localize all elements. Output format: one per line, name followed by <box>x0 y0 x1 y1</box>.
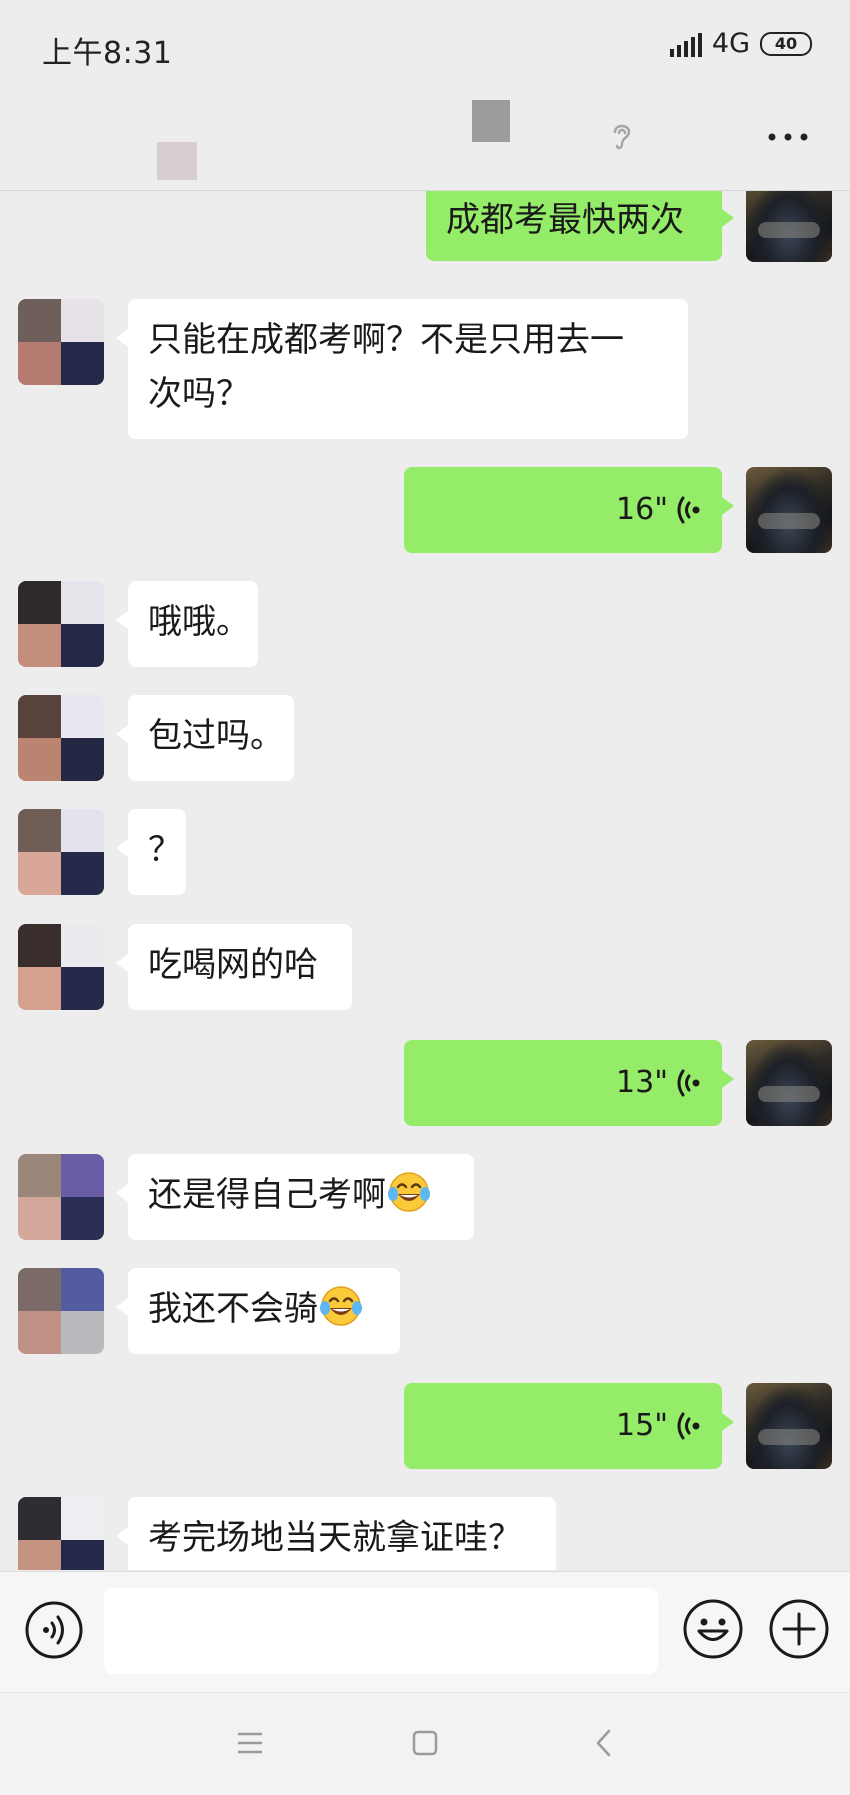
emoji-icon[interactable] <box>682 1598 744 1664</box>
battery-level: 40 <box>774 34 798 53</box>
status-indicators: 4G 40 <box>669 28 812 59</box>
message-bubble[interactable]: 只能在成都考啊？不是只用去一 次吗？ <box>116 299 688 439</box>
message-bubble[interactable]: 哦哦。 <box>116 581 258 667</box>
tears-of-joy-emoji-icon <box>318 1284 364 1328</box>
message-bubble[interactable]: 吃喝网的哈 <box>116 924 352 1010</box>
back-icon[interactable] <box>594 1729 614 1761</box>
voice-duration: 16" <box>616 492 668 527</box>
status-time: 上午8:31 <box>42 36 173 71</box>
status-bar: 上午8:31 4G 40 <box>0 0 850 92</box>
network-type: 4G <box>711 28 750 59</box>
message-bubble[interactable]: 我还不会骑 <box>116 1268 400 1354</box>
signal-icon <box>669 31 702 57</box>
tears-of-joy-emoji-icon <box>386 1170 432 1214</box>
contact-avatar[interactable] <box>18 1268 104 1354</box>
voice-duration: 15" <box>616 1408 668 1443</box>
contact-avatar[interactable] <box>18 924 104 1010</box>
menu-icon[interactable] <box>236 1729 264 1761</box>
message-text: 吃喝网的哈 <box>148 945 318 985</box>
voice-wave-icon <box>677 496 700 524</box>
home-icon[interactable] <box>411 1729 439 1761</box>
my-avatar[interactable] <box>746 191 832 262</box>
message-input[interactable] <box>104 1588 658 1674</box>
voice-message-bubble[interactable]: 15" <box>404 1383 734 1469</box>
earpiece-mode-icon <box>608 120 636 156</box>
contact-avatar[interactable] <box>18 695 104 781</box>
message-text: 成都考最快两次 <box>446 200 684 240</box>
voice-wave-icon <box>677 1069 700 1097</box>
voice-input-icon[interactable] <box>24 1600 84 1664</box>
message-text-line: 只能在成都考啊？不是只用去一 <box>148 320 624 360</box>
system-navigation-bar <box>0 1692 850 1795</box>
message-text: 还是得自己考啊 <box>148 1175 386 1215</box>
message-text: 我还不会骑 <box>148 1289 318 1329</box>
message-list[interactable]: 成都考最快两次 只能在成都考啊？不是只用去一 次吗？ 16" 哦哦。 包过吗。 … <box>0 191 850 1570</box>
voice-message-bubble[interactable]: 13" <box>404 1040 734 1126</box>
input-bar <box>0 1571 850 1692</box>
message-text: 包过吗。 <box>148 716 284 756</box>
plus-icon[interactable] <box>768 1598 830 1664</box>
chat-header <box>0 92 850 191</box>
contact-avatar[interactable] <box>18 581 104 667</box>
header-redacted-block <box>157 142 197 180</box>
contact-avatar[interactable] <box>18 809 104 895</box>
voice-duration: 13" <box>616 1065 668 1100</box>
my-avatar[interactable] <box>746 1040 832 1126</box>
message-text: 考完场地当天就拿证哇？ <box>148 1518 522 1558</box>
voice-wave-icon <box>677 1412 700 1440</box>
voice-message-bubble[interactable]: 16" <box>404 467 734 553</box>
message-text-line: 次吗？ <box>148 374 250 414</box>
message-bubble[interactable]: 考完场地当天就拿证哇？ <box>116 1497 556 1570</box>
message-text: 哦哦。 <box>148 602 250 642</box>
message-bubble[interactable]: 还是得自己考啊 <box>116 1154 474 1240</box>
my-avatar[interactable] <box>746 1383 832 1469</box>
message-bubble[interactable]: 成都考最快两次 <box>426 191 734 261</box>
contact-avatar[interactable] <box>18 299 104 385</box>
message-bubble[interactable]: ？ <box>116 809 186 895</box>
chat-title-redacted <box>472 100 510 142</box>
battery-icon: 40 <box>760 31 812 56</box>
more-icon[interactable] <box>766 116 810 151</box>
message-text: ？ <box>148 830 182 870</box>
my-avatar[interactable] <box>746 467 832 553</box>
message-bubble[interactable]: 包过吗。 <box>116 695 294 781</box>
contact-avatar[interactable] <box>18 1497 104 1570</box>
contact-avatar[interactable] <box>18 1154 104 1240</box>
